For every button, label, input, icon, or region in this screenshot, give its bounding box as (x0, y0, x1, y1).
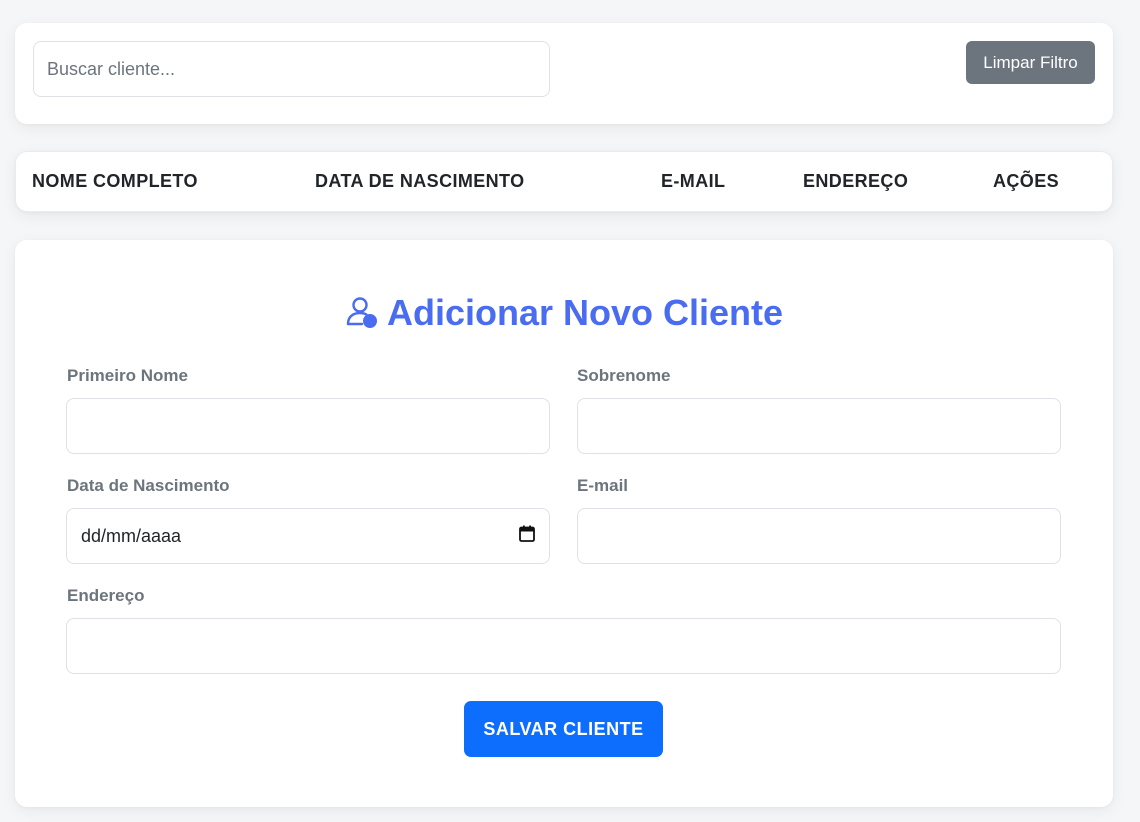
column-header-email: E-MAIL (661, 171, 726, 191)
form-title: Adicionar Novo Cliente (15, 292, 1113, 338)
birth-date-field[interactable]: dd/mm/aaaa (66, 508, 550, 564)
clear-filter-button[interactable]: Limpar Filtro (966, 41, 1095, 84)
address-field[interactable] (66, 618, 1061, 674)
email-field[interactable] (577, 508, 1061, 564)
email-label: E-mail (577, 476, 629, 495)
first-name-field[interactable] (66, 398, 550, 454)
birth-date-placeholder: dd/mm/aaaa (81, 525, 182, 546)
birth-date-label: Data de Nascimento (67, 476, 230, 495)
search-input[interactable] (33, 41, 550, 97)
clients-table-header: NOME COMPLETO DATA DE NASCIMENTO E-MAIL … (15, 151, 1113, 212)
address-label: Endereço (67, 586, 145, 605)
add-client-form: Adicionar Novo Cliente Primeiro Nome Sob… (15, 240, 1113, 807)
user-add-icon (345, 295, 379, 338)
column-header-birth-date: DATA DE NASCIMENTO (315, 171, 525, 191)
first-name-label: Primeiro Nome (67, 366, 188, 385)
last-name-field[interactable] (577, 398, 1061, 454)
form-title-text: Adicionar Novo Cliente (386, 292, 784, 333)
calendar-icon[interactable] (519, 525, 535, 547)
column-header-actions: AÇÕES (993, 171, 1060, 191)
save-client-button[interactable]: SALVAR CLIENTE (464, 701, 663, 757)
column-header-address: ENDEREÇO (803, 171, 909, 191)
last-name-label: Sobrenome (577, 366, 671, 385)
filter-card: Limpar Filtro (15, 23, 1113, 124)
column-header-full-name: NOME COMPLETO (32, 171, 198, 191)
